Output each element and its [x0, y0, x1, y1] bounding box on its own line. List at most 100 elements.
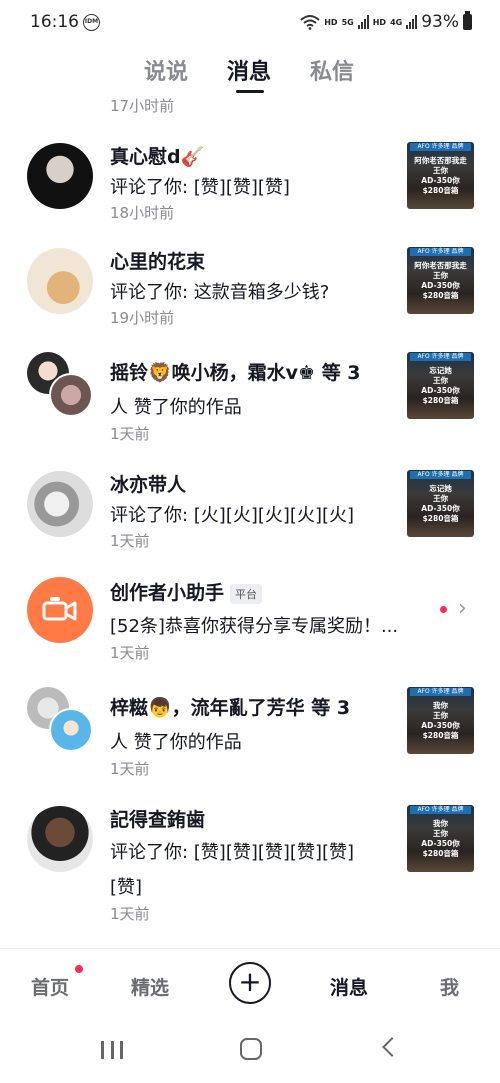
thumb-price: $280音箱 [422, 186, 459, 195]
thumb-brand: 王你 [433, 829, 448, 838]
thumb-title: 阿你老否那我走 [414, 261, 467, 270]
message-text: 人 赞了你的作品 [110, 732, 242, 753]
message-time: 1天前 [110, 905, 150, 923]
message-item[interactable]: 真心慰d🎸 评论了你: [赞][赞][赞] 18小时前 AFO 许多理 品牌 阿… [0, 130, 500, 230]
message-sender[interactable]: 创作者小助手 平台 [110, 578, 263, 605]
thumb-title: 我你 [433, 819, 448, 828]
nav-messages[interactable]: 消息 [330, 973, 368, 1000]
thumb-price: $280音箱 [422, 291, 459, 300]
video-thumbnail[interactable]: AFO 许多理 品牌 阿你老否那我走 王你 AD-350你 $280音箱 [407, 247, 474, 314]
thumb-title: 阿你老否那我走 [414, 156, 467, 165]
thumb-brand: 王你 [433, 271, 448, 280]
thumb-banner: AFO 许多理 品牌 [410, 471, 471, 479]
message-item[interactable]: 梓糍👦，流年亂了芳华 等 3 人 赞了你的作品 1天前 AFO 许多理 品牌 我… [0, 675, 500, 790]
nav-home-notification-dot [75, 965, 83, 973]
video-thumbnail[interactable]: AFO 许多理 品牌 阿你老否那我走 王你 AD-350你 $280音箱 [407, 142, 474, 209]
nav-me[interactable]: 我 [440, 973, 459, 1000]
status-time: 16:16 [30, 12, 79, 32]
thumb-model: AD-350你 [421, 281, 460, 290]
thumb-model: AD-350你 [421, 504, 460, 513]
message-sender[interactable]: 心里的花束 [110, 247, 205, 274]
tab-private-messages[interactable]: 私信 [310, 54, 354, 86]
message-text-continued: [赞] [110, 877, 143, 898]
tab-indicator [236, 90, 264, 93]
user-avatar-secondary[interactable] [49, 708, 93, 752]
message-item[interactable]: 摇铃🦁唤小杨，霜水v♚ 等 3 人 赞了你的作品 1天前 AFO 许多理 品牌 … [0, 340, 500, 455]
thumb-price: $280音箱 [422, 731, 459, 740]
network-4g-label: 4G [390, 17, 403, 27]
message-time: 1天前 [110, 532, 150, 550]
wifi-hd-label: HD [324, 17, 338, 27]
message-text: 评论了你: [赞][赞][赞][赞][赞] [110, 842, 355, 863]
message-sender[interactable]: 真心慰d🎸 [110, 142, 204, 169]
platform-badge: 平台 [230, 583, 263, 604]
message-sender[interactable]: 梓糍👦，流年亂了芳华 等 3 [110, 693, 350, 720]
message-item[interactable]: 冰亦带人 评论了你: [火][火][火][火][火] 1天前 AFO 许多理 品… [0, 458, 500, 568]
signal-icon-2 [406, 15, 418, 29]
thumb-title: 忘记她 [429, 484, 452, 493]
idm-icon: IDM [83, 14, 100, 31]
user-avatar[interactable] [27, 471, 93, 537]
back-icon[interactable] [382, 1037, 402, 1057]
thumb-price: $280音箱 [422, 396, 459, 405]
thumb-brand: 王你 [433, 711, 448, 720]
thumb-banner: AFO 许多理 品牌 [410, 248, 471, 256]
video-thumbnail[interactable]: AFO 许多理 品牌 我你 王你 AD-350你 $280音箱 [407, 687, 474, 754]
battery-percent: 93% [421, 12, 459, 32]
message-time: 1天前 [110, 760, 150, 778]
message-time: 19小时前 [110, 309, 175, 327]
video-thumbnail[interactable]: AFO 许多理 品牌 忘记她 王你 AD-350你 $280音箱 [407, 470, 474, 537]
tab-messages[interactable]: 消息 [227, 54, 271, 86]
video-camera-icon [42, 597, 77, 621]
video-thumbnail[interactable]: AFO 许多理 品牌 忘记她 王你 AD-350你 $280音箱 [407, 352, 474, 419]
home-icon[interactable] [240, 1038, 262, 1060]
system-nav-bar [0, 1019, 500, 1083]
thumb-price: $280音箱 [422, 849, 459, 858]
message-time: 1天前 [110, 644, 150, 662]
user-avatar[interactable] [27, 248, 93, 314]
message-time: 1天前 [110, 425, 150, 443]
message-sender[interactable]: 冰亦带人 [110, 470, 186, 497]
thumb-brand: 王你 [433, 376, 448, 385]
creator-assistant-avatar[interactable] [27, 577, 93, 643]
thumb-banner: AFO 许多理 品牌 [410, 688, 471, 696]
user-avatar-secondary[interactable] [49, 373, 93, 417]
thumb-banner: AFO 许多理 品牌 [410, 353, 471, 361]
wifi-icon [300, 15, 320, 30]
video-thumbnail[interactable]: AFO 许多理 品牌 我你 王你 AD-350你 $280音箱 [407, 805, 474, 872]
message-item-creator-assistant[interactable]: 创作者小助手 平台 [52条]恭喜你获得分享专属奖励！... 1天前 › [0, 570, 500, 680]
nav-home[interactable]: 首页 [31, 973, 69, 1000]
top-tabs: 说说 消息 私信 [0, 50, 500, 100]
thumb-price: $280音箱 [422, 514, 459, 523]
message-text: 评论了你: [赞][赞][赞] [110, 177, 290, 198]
thumb-brand: 王你 [433, 166, 448, 175]
message-item[interactable]: 記得查銪歯 评论了你: [赞][赞][赞][赞][赞] [赞] 1天前 AFO … [0, 793, 500, 933]
network-5g-label: 5G [341, 17, 354, 27]
message-sender[interactable]: 記得查銪歯 [110, 805, 205, 832]
message-text: 评论了你: [火][火][火][火][火] [110, 505, 355, 526]
chevron-right-icon[interactable]: › [458, 596, 467, 621]
status-bar: 16:16 IDM HD 5G HD 4G 93% [0, 0, 500, 46]
thumb-model: AD-350你 [421, 176, 460, 185]
thumb-title: 我你 [433, 701, 448, 710]
partial-item-time: 17小时前 [110, 97, 175, 115]
nav-featured[interactable]: 精选 [131, 973, 169, 1000]
message-text: 评论了你: 这款音箱多少钱? [110, 282, 330, 303]
thumb-banner: AFO 许多理 品牌 [410, 143, 471, 151]
tab-shuoshuo[interactable]: 说说 [144, 54, 188, 86]
unread-dot [440, 606, 447, 613]
user-avatar[interactable] [27, 143, 93, 209]
sender-name: 创作者小助手 [110, 582, 225, 604]
recent-apps-icon[interactable] [101, 1041, 123, 1059]
battery-icon [463, 11, 472, 30]
user-avatar[interactable] [27, 806, 93, 872]
message-sender[interactable]: 摇铃🦁唤小杨，霜水v♚ 等 3 [110, 358, 361, 385]
status-indicators: HD 5G HD 4G 93% [300, 11, 472, 32]
bottom-nav: 首页 精选 + 消息 我 [0, 949, 500, 1019]
thumb-title: 忘记她 [429, 366, 452, 375]
hd-label: HD [372, 17, 387, 27]
message-time: 18小时前 [110, 204, 175, 222]
create-post-button[interactable]: + [229, 962, 271, 1004]
message-item[interactable]: 心里的花束 评论了你: 这款音箱多少钱? 19小时前 AFO 许多理 品牌 阿你… [0, 235, 500, 335]
signal-icon [357, 15, 369, 29]
